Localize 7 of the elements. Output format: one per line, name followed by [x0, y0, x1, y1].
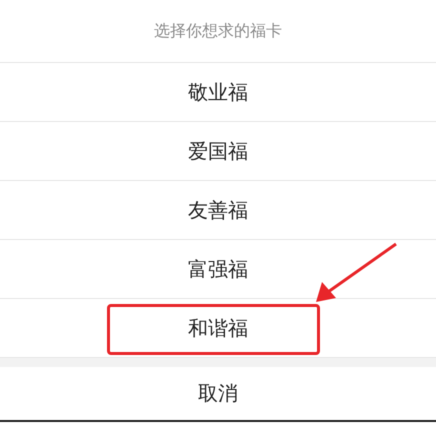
cancel-button[interactable]: 取消	[188, 376, 248, 411]
option-button[interactable]: 爱国福	[178, 134, 258, 168]
option-button[interactable]: 和谐福	[178, 310, 258, 346]
option-button[interactable]: 富强福	[178, 252, 258, 286]
option-button[interactable]: 友善福	[178, 192, 258, 228]
sheet-title: 选择你想求的福卡	[154, 20, 282, 42]
option-button[interactable]: 敬业福	[178, 74, 258, 110]
